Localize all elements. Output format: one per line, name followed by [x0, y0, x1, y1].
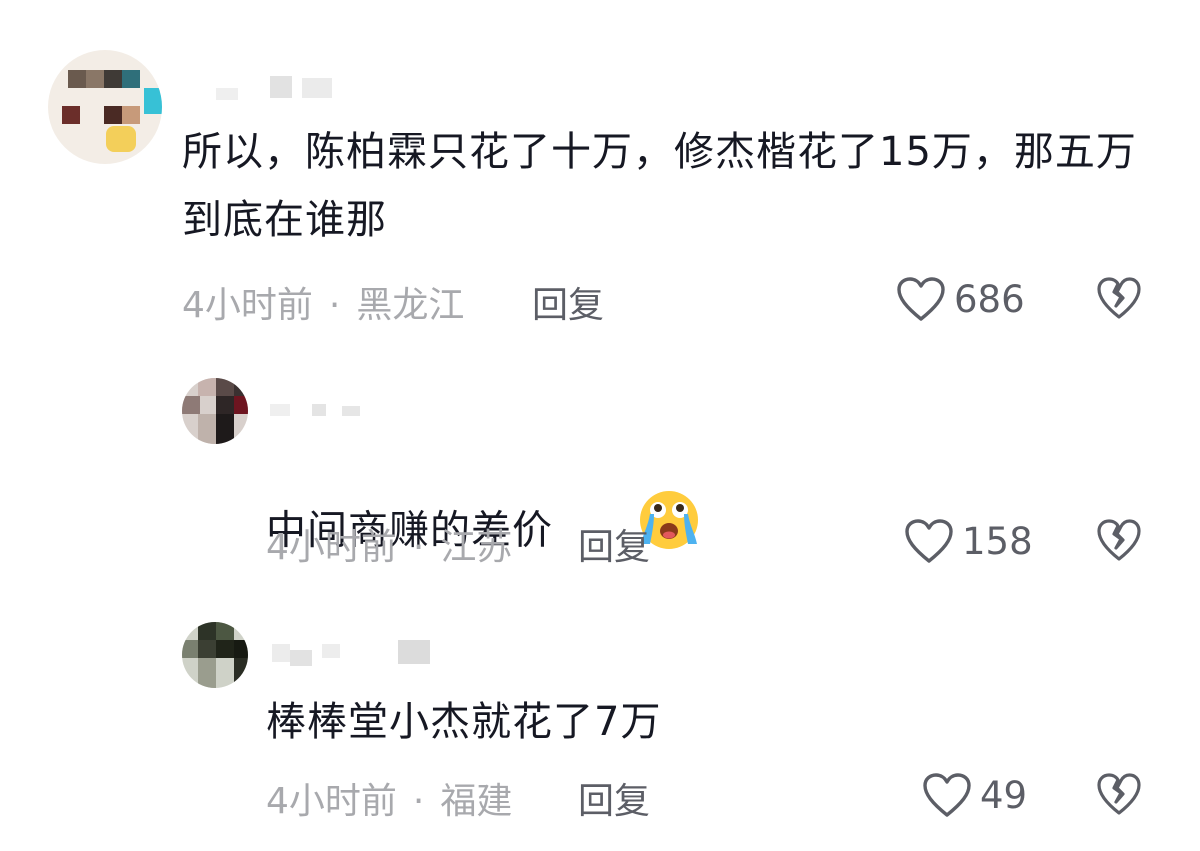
like-count: 158: [962, 519, 1033, 563]
dislike-button[interactable]: [1096, 772, 1142, 820]
comment-time: 4小时前: [182, 285, 313, 326]
meta-separator: ·: [412, 781, 425, 822]
meta-separator: ·: [328, 285, 341, 326]
comment-3: 棒棒堂小杰就花了7万 4小时前 · 福建 回复 49: [0, 610, 1200, 840]
avatar-pixel: [216, 414, 234, 444]
username-pixel: [398, 640, 430, 664]
username-pixel: [322, 644, 340, 658]
heart-outline-icon: [922, 772, 972, 818]
avatar-pixel: [68, 70, 86, 88]
comment-location: 黑龙江: [356, 285, 465, 326]
username[interactable]: [266, 396, 366, 422]
username-pixel: [270, 404, 290, 416]
username-pixel: [270, 76, 292, 98]
meta-separator: ·: [412, 527, 425, 568]
dislike-button[interactable]: [1096, 276, 1142, 324]
avatar-pixel: [104, 106, 122, 124]
username-pixel: [290, 650, 312, 666]
avatar[interactable]: [48, 50, 162, 164]
username-pixel: [272, 644, 290, 662]
avatar-pixel: [216, 378, 234, 396]
avatar-pixel: [234, 658, 248, 688]
avatar-pixel: [182, 396, 200, 414]
avatar-pixel: [144, 88, 162, 114]
avatar-pixel: [234, 396, 248, 414]
avatar-pixel: [216, 396, 234, 414]
comment-2: 中间商赚的差价 4小时前 · 江苏 回复 158: [0, 360, 1200, 590]
heart-outline-icon: [896, 276, 946, 322]
comment-location: 福建: [440, 781, 513, 822]
like-button[interactable]: 158: [904, 518, 1033, 564]
avatar-pixel: [198, 378, 216, 396]
reply-button[interactable]: 回复: [532, 276, 604, 328]
avatar-pixel: [86, 70, 104, 88]
comment-time: 4小时前: [266, 781, 397, 822]
comment-text: 棒棒堂小杰就花了7万: [266, 699, 662, 745]
username[interactable]: [210, 74, 340, 100]
comment-meta: 4小时前 · 江苏: [266, 518, 512, 570]
comment-1: 所以，陈柏霖只花了十万，修杰楷花了15万，那五万到底在谁那 4小时前 · 黑龙江 回…: [0, 0, 1200, 340]
avatar-pixel: [122, 106, 140, 124]
heart-outline-icon: [904, 518, 954, 564]
comment-time: 4小时前: [266, 527, 397, 568]
avatar-pixel: [198, 414, 216, 444]
avatar-pixel: [106, 126, 136, 152]
avatar-pixel: [62, 106, 80, 124]
avatar-pixel: [234, 378, 248, 396]
username-pixel: [216, 88, 238, 100]
like-count: 49: [980, 773, 1028, 817]
username[interactable]: [266, 640, 436, 666]
dislike-button[interactable]: [1096, 518, 1142, 566]
broken-heart-icon: [1096, 519, 1142, 566]
broken-heart-icon: [1096, 277, 1142, 324]
avatar-pixel: [122, 70, 140, 88]
comment-location: 江苏: [440, 527, 513, 568]
comment-text: 所以，陈柏霖只花了十万，修杰楷花了15万，那五万到底在谁那: [182, 129, 1137, 243]
avatar-pixel: [104, 70, 122, 88]
reply-button[interactable]: 回复: [578, 518, 650, 570]
avatar-pixel: [198, 640, 216, 658]
username-pixel: [302, 78, 332, 98]
avatar[interactable]: [182, 622, 248, 688]
reply-button[interactable]: 回复: [578, 772, 650, 824]
comment-meta: 4小时前 · 黑龙江: [182, 276, 464, 328]
like-button[interactable]: 686: [896, 276, 1025, 322]
avatar-pixel: [234, 640, 248, 658]
broken-heart-icon: [1096, 773, 1142, 820]
avatar-pixel: [216, 640, 234, 658]
avatar[interactable]: [182, 378, 248, 444]
username-pixel: [342, 406, 360, 416]
like-button[interactable]: 49: [922, 772, 1027, 818]
avatar-pixel: [198, 622, 216, 640]
avatar-pixel: [216, 622, 234, 640]
comment-meta: 4小时前 · 福建: [266, 772, 512, 824]
like-count: 686: [954, 277, 1025, 321]
avatar-pixel: [198, 658, 216, 688]
username-pixel: [312, 404, 326, 416]
